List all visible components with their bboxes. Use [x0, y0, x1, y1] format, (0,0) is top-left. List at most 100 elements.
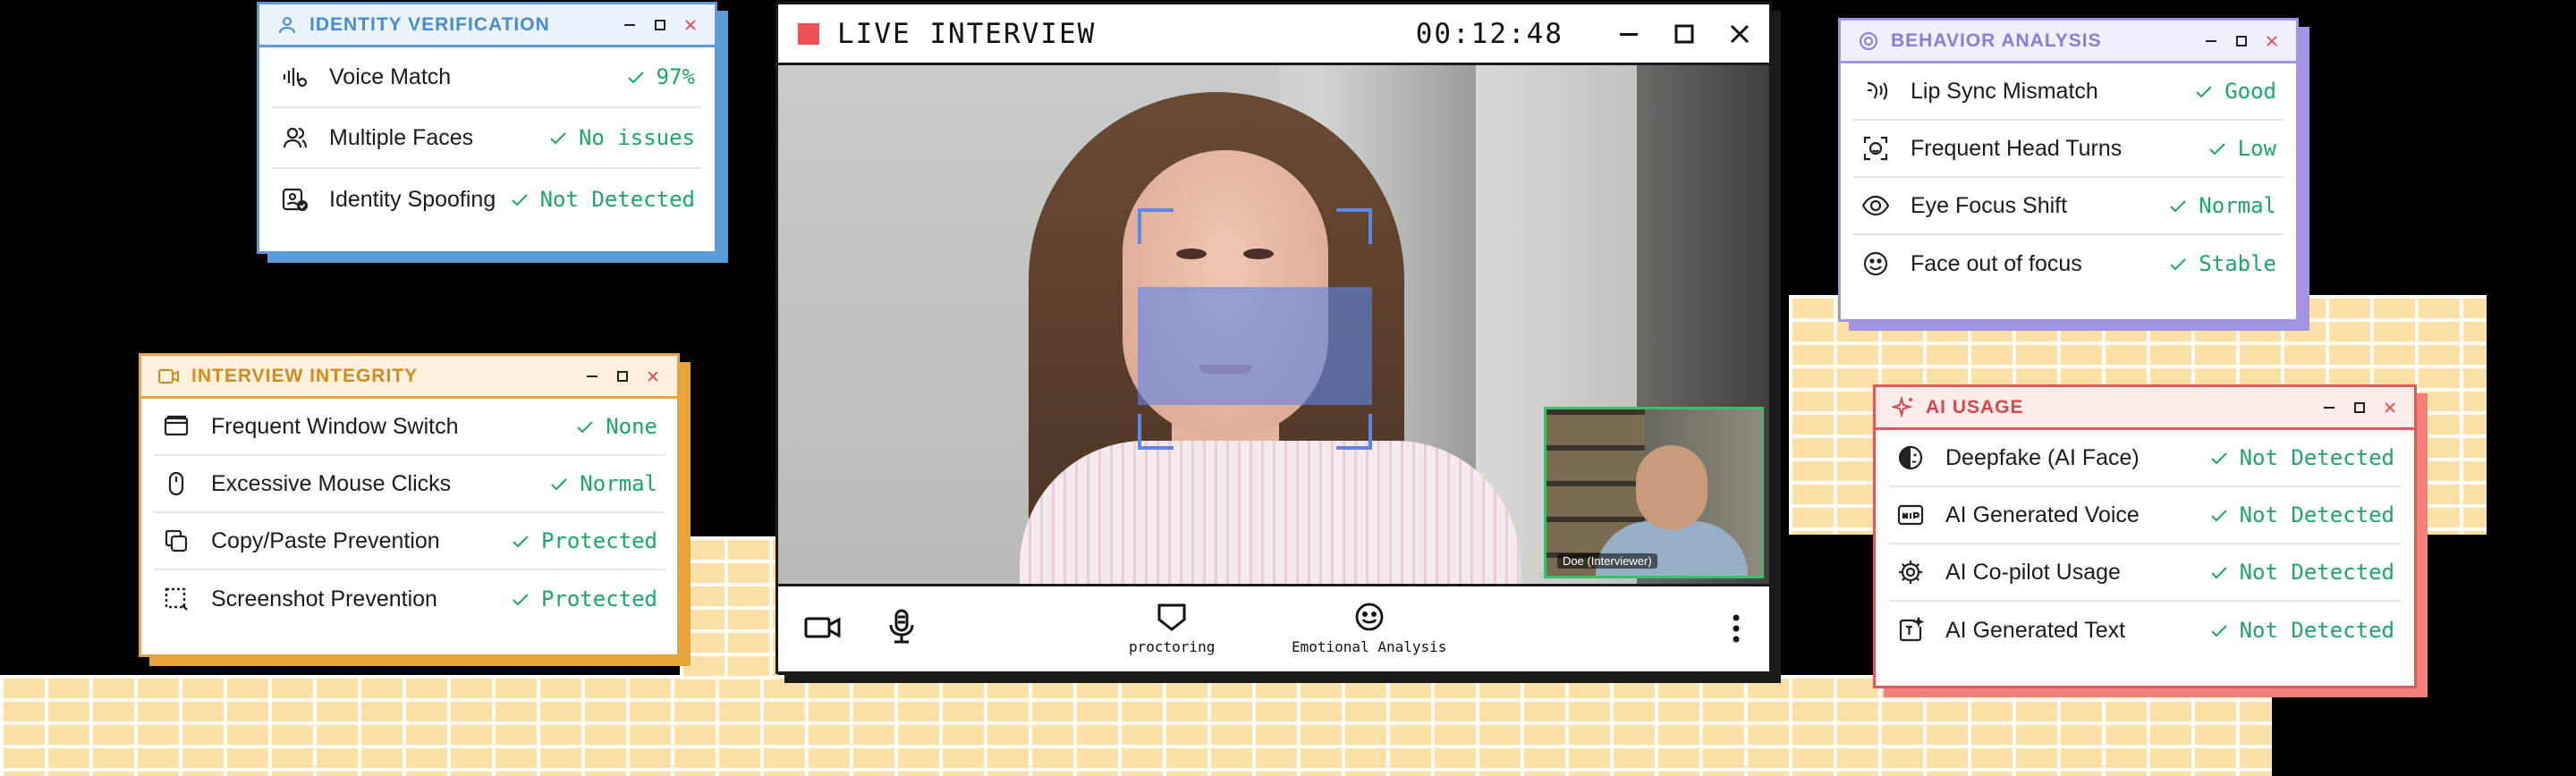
close-button[interactable]: [1728, 22, 1751, 46]
interviewer-label: Doe (Interviewer): [1557, 553, 1657, 569]
identity-title-bar: IDENTITY VERIFICATION: [259, 4, 715, 47]
list-item: Screenshot Prevention Protected: [154, 570, 665, 628]
row-label: Excessive Mouse Clicks: [211, 470, 452, 496]
list-item: AI Generated Voice Not Detected: [1888, 487, 2402, 544]
minimize-button[interactable]: [1617, 22, 1640, 46]
candidate-video: Doe (Interviewer): [778, 65, 1769, 584]
live-title: LIVE INTERVIEW: [837, 17, 1097, 50]
ai-rows: Deepfake (AI Face) Not Detected AI Gener…: [1876, 430, 2414, 659]
list-item: Excessive Mouse Clicks Normal: [154, 456, 665, 513]
status-value: No issues: [550, 125, 702, 150]
face-detection-box: [1138, 208, 1372, 450]
user-icon: [275, 13, 299, 37]
identity-rows: Voice Match 97% Multiple Faces No issues…: [259, 47, 715, 230]
row-label: Eye Focus Shift: [1911, 192, 2068, 218]
id-card-check-icon: [279, 184, 309, 215]
live-title-bar: LIVE INTERVIEW 00:12:48: [778, 4, 1769, 65]
close-button[interactable]: [2264, 33, 2280, 49]
tile-background-left: [680, 536, 778, 679]
list-item: Voice Match 97%: [272, 47, 702, 108]
close-button[interactable]: [645, 368, 661, 384]
list-item: Frequent Head Turns Low: [1853, 121, 2284, 178]
status-value: Good: [2196, 79, 2284, 104]
maximize-button[interactable]: [652, 17, 668, 33]
ai-usage-panel: AI USAGE Deepfake (AI Face) Not Detected…: [1873, 384, 2417, 688]
row-label: Lip Sync Mismatch: [1911, 78, 2098, 104]
minimize-button[interactable]: [2321, 400, 2337, 416]
behavior-title: BEHAVIOR ANALYSIS: [1891, 30, 2102, 51]
window-icon: [161, 411, 191, 442]
check-icon: [513, 586, 529, 612]
status-value: 97%: [627, 64, 702, 89]
row-label: Multiple Faces: [329, 124, 474, 150]
status-value: Low: [2208, 136, 2284, 161]
minimize-button[interactable]: [584, 368, 600, 384]
check-icon: [2210, 618, 2227, 643]
list-item: Face out of focus Stable: [1853, 235, 2284, 292]
status-value: Not Detected: [2210, 445, 2402, 470]
status-value: Not Detected: [2210, 618, 2402, 643]
minimize-button[interactable]: [2203, 33, 2219, 49]
check-icon: [2170, 251, 2187, 276]
close-button[interactable]: [682, 17, 699, 33]
behavior-analysis-panel: BEHAVIOR ANALYSIS Lip Sync Mismatch Good…: [1838, 18, 2299, 322]
emotional-analysis-label: Emotional Analysis: [1292, 638, 1447, 655]
check-icon: [2196, 79, 2212, 104]
list-item: Identity Spoofing Not Detected: [272, 169, 702, 230]
smile-icon: [1860, 249, 1891, 279]
check-icon: [511, 187, 528, 212]
list-item: AI Generated Text Not Detected: [1888, 602, 2402, 659]
check-icon: [2208, 136, 2225, 161]
ai-voice-icon: [1895, 500, 1926, 530]
voice-wave-icon: [279, 62, 309, 92]
mouse-icon: [161, 468, 191, 499]
status-value: None: [577, 414, 665, 439]
interviewer-video[interactable]: Doe (Interviewer): [1544, 407, 1764, 578]
list-item: Eye Focus Shift Normal: [1853, 178, 2284, 235]
sparkle-icon: [1892, 395, 1915, 419]
maximize-button[interactable]: [2233, 33, 2250, 49]
candidate-shirt: [1020, 441, 1521, 584]
list-item: AI Co-pilot Usage Not Detected: [1888, 544, 2402, 602]
list-item: Lip Sync Mismatch Good: [1853, 63, 2284, 121]
list-item: Copy/Paste Prevention Protected: [154, 513, 665, 570]
close-button[interactable]: [2382, 400, 2398, 416]
row-label: AI Generated Voice: [1945, 502, 2140, 527]
check-icon: [2210, 560, 2227, 585]
proctoring-button[interactable]: proctoring: [1129, 601, 1215, 655]
check-icon: [551, 471, 568, 496]
maximize-button[interactable]: [614, 368, 631, 384]
list-item: Frequent Window Switch None: [154, 399, 665, 456]
maximize-button[interactable]: [1673, 22, 1696, 46]
row-label: Copy/Paste Prevention: [211, 527, 440, 553]
status-value: Normal: [2170, 193, 2284, 218]
behavior-title-bar: BEHAVIOR ANALYSIS: [1841, 21, 2296, 63]
status-value: Not Detected: [2210, 502, 2402, 527]
row-label: Screenshot Prevention: [211, 586, 437, 612]
check-icon: [2210, 502, 2227, 527]
check-icon: [577, 414, 593, 439]
face-scan-icon: [1860, 133, 1891, 164]
deepfake-icon: [1895, 443, 1926, 473]
emotional-analysis-button[interactable]: Emotional Analysis: [1292, 601, 1446, 655]
check-icon: [627, 64, 644, 89]
behavior-icon: [1857, 30, 1880, 53]
row-label: Deepfake (AI Face): [1945, 444, 2140, 470]
interview-integrity-panel: INTERVIEW INTEGRITY Frequent Window Swit…: [139, 353, 680, 657]
minimize-button[interactable]: [622, 17, 638, 33]
list-item: Deepfake (AI Face) Not Detected: [1888, 430, 2402, 487]
live-interview-window: LIVE INTERVIEW 00:12:48 Doe (Interviewer…: [775, 2, 1772, 674]
ai-title-bar: AI USAGE: [1876, 387, 2414, 430]
list-item: Multiple Faces No issues: [272, 108, 702, 169]
identity-title: IDENTITY VERIFICATION: [309, 13, 550, 35]
integrity-title: INTERVIEW INTEGRITY: [191, 365, 419, 386]
check-icon: [550, 125, 566, 150]
microphone-button[interactable]: [886, 608, 918, 645]
maximize-button[interactable]: [2351, 400, 2368, 416]
copy-icon: [161, 526, 191, 556]
status-value: Protected: [513, 528, 665, 553]
row-label: AI Generated Text: [1945, 617, 2126, 643]
camera-button[interactable]: [803, 613, 843, 642]
more-options-button[interactable]: [1732, 613, 1741, 644]
check-icon: [2210, 445, 2227, 470]
